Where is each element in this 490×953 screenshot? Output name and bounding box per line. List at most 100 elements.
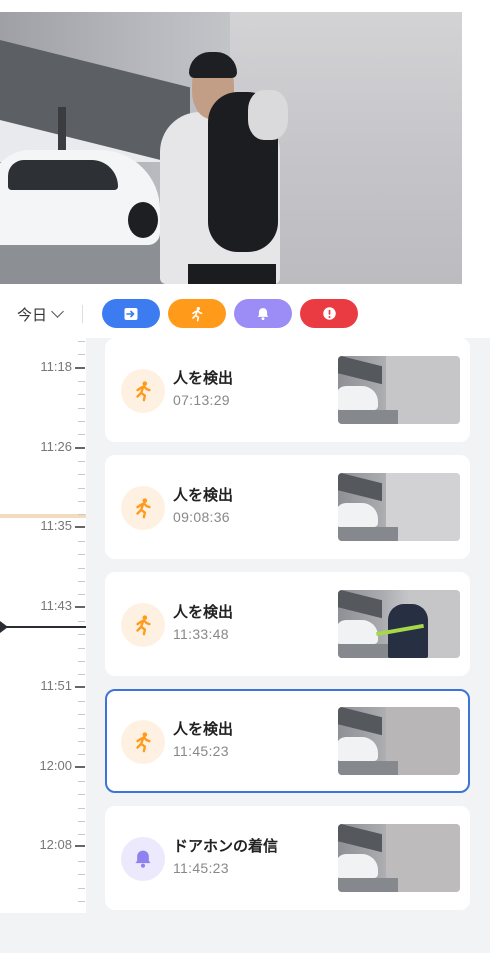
thumbnail-car [338, 737, 378, 761]
timeline-minor-tick [78, 701, 85, 702]
timeline-minor-tick [78, 394, 85, 395]
timeline-minor-tick [78, 541, 85, 542]
event-list: 人を検出 07:13:29 人を検出 09:08:36 人を検出 11:33:4… [86, 338, 490, 913]
timeline-scrubber[interactable]: 11:18 11:26 11:35 11:43 11:51 12:00 12:0… [0, 338, 86, 913]
timeline-major-tick [75, 766, 85, 768]
event-time: 11:45:23 [173, 860, 229, 876]
time-label: 11:18 [40, 359, 72, 374]
event-title: 人を検出 [173, 487, 234, 504]
timeline-minor-tick [78, 581, 85, 582]
time-label: 11:26 [40, 439, 72, 454]
event-title: 人を検出 [173, 370, 234, 387]
timeline-minor-tick [78, 501, 85, 502]
time-label: 11:51 [40, 678, 72, 693]
event-time: 11:33:48 [173, 626, 229, 642]
timeline-minor-tick [78, 621, 85, 622]
arrow-right-icon [124, 307, 138, 320]
timeline-minor-tick [78, 754, 85, 755]
event-time: 07:13:29 [173, 392, 230, 408]
event-title: ドアホンの着信 [173, 838, 279, 855]
divider [82, 305, 83, 323]
event-thumbnail[interactable] [338, 707, 460, 775]
timeline-minor-tick [78, 781, 85, 782]
video-frame[interactable] [0, 12, 462, 284]
thumbnail-car [338, 854, 378, 878]
running-person-icon [136, 498, 151, 519]
running-person-icon [136, 615, 151, 636]
filter-all-button[interactable] [102, 299, 160, 328]
event-time: 11:45:23 [173, 743, 229, 759]
event-title: 人を検出 [173, 604, 234, 621]
event-type-badge [121, 720, 165, 764]
timeline-minor-tick [78, 634, 85, 635]
timeline-major-tick [75, 606, 85, 608]
timeline-major-tick [75, 367, 85, 369]
event-thumbnail[interactable] [338, 473, 460, 541]
visitor-pants [188, 264, 276, 284]
thumbnail-roof [338, 707, 382, 736]
timeline-minor-tick [78, 808, 85, 809]
playhead-marker[interactable] [0, 618, 8, 636]
time-label: 12:00 [39, 758, 72, 773]
event-time: 09:08:36 [173, 509, 230, 525]
exclamation-icon [322, 307, 336, 320]
timeline-minor-tick [78, 408, 85, 409]
timeline-minor-tick [78, 834, 85, 835]
thumbnail-roof [338, 824, 382, 853]
chevron-down-icon [51, 305, 64, 318]
running-person-icon [192, 306, 203, 321]
event-thumbnail[interactable] [338, 356, 460, 424]
timeline-minor-tick [78, 861, 85, 862]
dog-face [248, 90, 288, 140]
day-dropdown[interactable]: 今日 [17, 302, 64, 326]
event-type-badge [121, 369, 165, 413]
timeline-major-tick [75, 447, 85, 449]
time-label: 12:08 [39, 837, 72, 852]
event-card[interactable]: 人を検出 07:13:29 [105, 338, 470, 442]
timeline-minor-tick [78, 381, 85, 382]
event-type-badge [121, 837, 165, 881]
timeline-minor-tick [78, 461, 85, 462]
thumbnail-roof [338, 590, 382, 619]
timeline-major-tick [75, 845, 85, 847]
timeline-minor-tick [78, 874, 85, 875]
time-label: 11:35 [40, 518, 72, 533]
day-dropdown-label: 今日 [17, 306, 48, 324]
timeline-minor-tick [78, 888, 85, 889]
timeline-minor-tick [78, 474, 85, 475]
timeline-minor-tick [78, 514, 85, 515]
thumbnail-ground [338, 878, 398, 892]
thumbnail-car [338, 620, 378, 644]
event-thumbnail[interactable] [338, 590, 460, 658]
timeline-minor-tick [78, 648, 85, 649]
timeline-minor-tick [78, 421, 85, 422]
timeline-minor-tick [78, 901, 85, 902]
timeline-minor-tick [78, 554, 85, 555]
filter-alert-button[interactable] [300, 299, 358, 328]
live-video-panel [0, 0, 490, 290]
timeline-minor-tick [78, 594, 85, 595]
bell-icon [135, 850, 151, 868]
event-card[interactable]: ドアホンの着信 11:45:23 [105, 806, 470, 910]
timeline-minor-tick [78, 714, 85, 715]
event-card-selected[interactable]: 人を検出 11:45:23 [105, 689, 470, 793]
thumbnail-ground [338, 410, 398, 424]
event-type-badge [121, 603, 165, 647]
timeline-minor-tick [78, 821, 85, 822]
filter-bar: 今日 [0, 290, 490, 338]
event-thumbnail[interactable] [338, 824, 460, 892]
event-card[interactable]: 人を検出 11:33:48 [105, 572, 470, 676]
thumbnail-ground [338, 761, 398, 775]
timeline-minor-tick [78, 354, 85, 355]
filter-doorbell-button[interactable] [234, 299, 292, 328]
bell-icon [257, 307, 269, 320]
thumbnail-roof [338, 473, 382, 502]
timeline-minor-tick [78, 661, 85, 662]
timeline-minor-tick [78, 568, 85, 569]
filter-person-button[interactable] [168, 299, 226, 328]
event-card[interactable]: 人を検出 09:08:36 [105, 455, 470, 559]
timeline-minor-tick [78, 341, 85, 342]
car-window [8, 160, 118, 190]
playhead-line[interactable] [0, 626, 86, 628]
running-person-icon [136, 732, 151, 753]
